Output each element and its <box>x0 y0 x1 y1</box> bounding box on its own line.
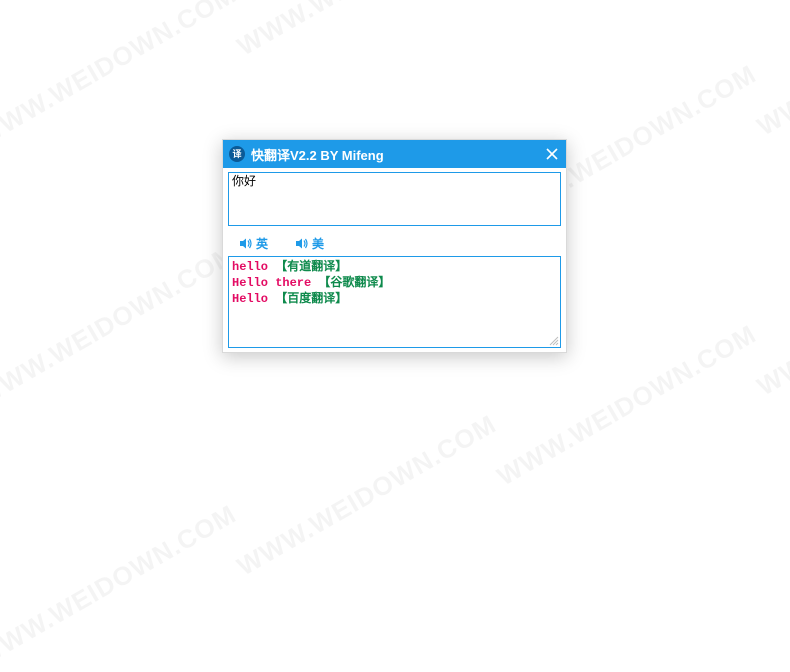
titlebar[interactable]: 译 快翻译V2.2 BY Mifeng <box>223 140 566 168</box>
close-icon <box>546 148 558 160</box>
watermark: WWW.WEIDOWN.COM <box>232 409 502 583</box>
speaker-icon <box>296 238 309 249</box>
audio-british-label: 英 <box>256 235 268 252</box>
watermark: WWW.WEIDOWN.COM <box>0 239 242 413</box>
close-button[interactable] <box>538 140 566 168</box>
app-icon: 译 <box>229 146 245 162</box>
result-translation: hello <box>232 260 268 274</box>
result-line: Hello there 【谷歌翻译】 <box>232 275 557 291</box>
watermark: WWW.WEIDOWN.COM <box>752 0 790 142</box>
app-window: 译 快翻译V2.2 BY Mifeng 英 <box>222 139 567 353</box>
result-line: hello 【有道翻译】 <box>232 259 557 275</box>
translation-output[interactable]: hello 【有道翻译】Hello there 【谷歌翻译】Hello 【百度翻… <box>228 256 561 348</box>
watermark: WWW.WEIDOWN.COM <box>0 0 242 152</box>
audio-row: 英 美 <box>228 231 561 256</box>
source-text-input[interactable] <box>228 172 561 226</box>
result-source: 【有道翻译】 <box>275 260 347 274</box>
audio-american-label: 美 <box>312 235 324 252</box>
watermark: WWW.WEIDOWN.COM <box>752 229 790 403</box>
window-title: 快翻译V2.2 BY Mifeng <box>251 145 538 164</box>
result-line: Hello 【百度翻译】 <box>232 291 557 307</box>
watermark: WWW.WEIDOWN.COM <box>0 499 242 672</box>
window-body: 英 美 hello 【有道翻译】Hello there 【谷歌翻译】Hello … <box>223 168 566 352</box>
watermark: WWW.WEIDOWN.COM <box>232 0 502 62</box>
result-source: 【谷歌翻译】 <box>318 276 390 290</box>
resize-grip-icon <box>547 334 559 346</box>
audio-british-button[interactable]: 英 <box>240 235 268 252</box>
audio-american-button[interactable]: 美 <box>296 235 324 252</box>
result-source: 【百度翻译】 <box>275 292 347 306</box>
speaker-icon <box>240 238 253 249</box>
result-translation: Hello there <box>232 276 311 290</box>
result-translation: Hello <box>232 292 268 306</box>
